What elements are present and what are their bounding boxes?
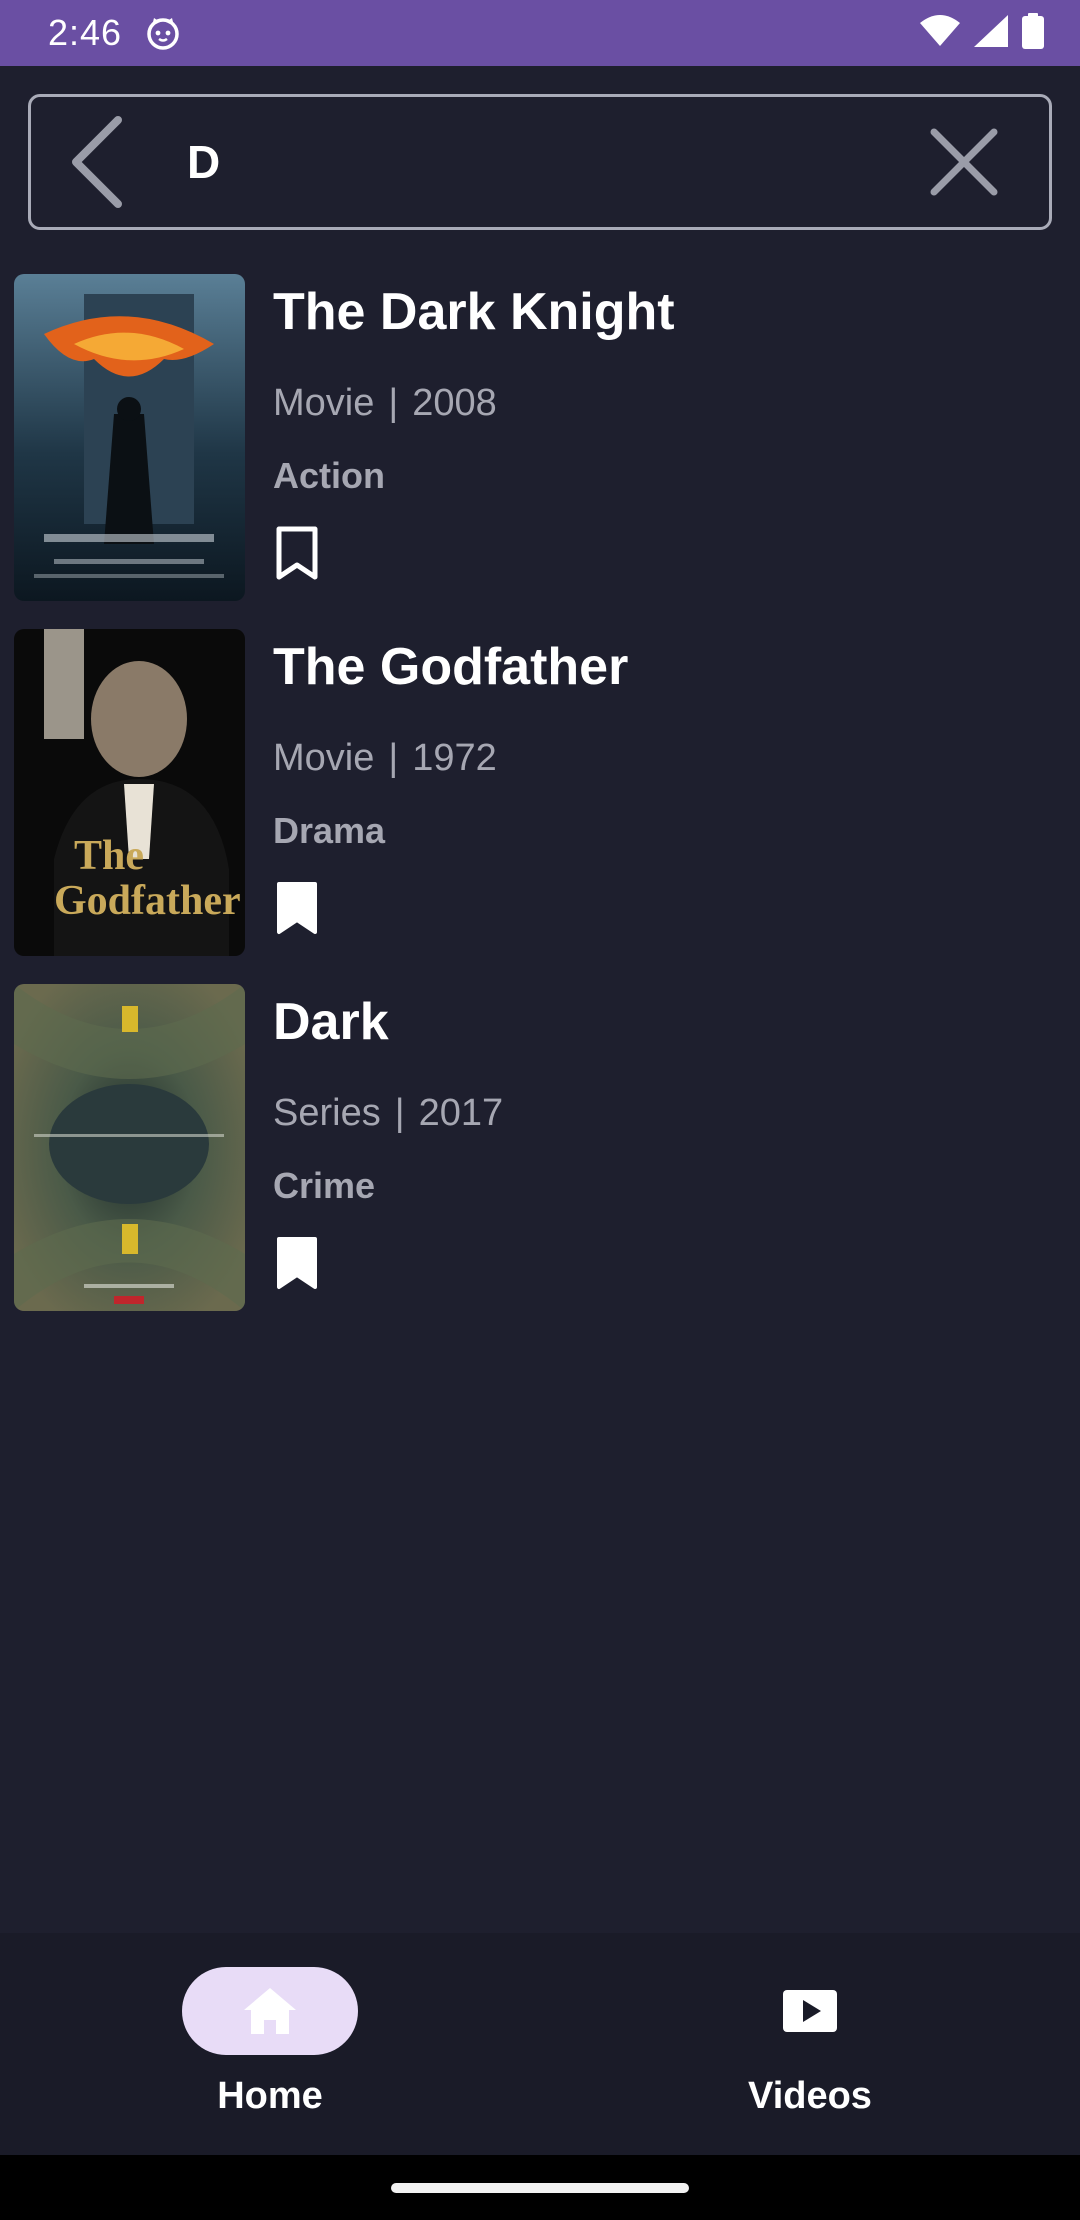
status-bar: 2:46 <box>0 0 1080 66</box>
app-screen: 2:46 D The Dark Knight Movie | 2008 Acti… <box>0 0 1080 2220</box>
close-icon <box>930 128 998 196</box>
status-time: 2:46 <box>48 12 123 53</box>
item-year: 2017 <box>418 1092 504 1134</box>
item-title: Dark <box>273 993 389 1051</box>
nav-item-home[interactable]: Home <box>0 1933 540 2155</box>
svg-text:Godfather: Godfather <box>54 878 241 924</box>
wifi-icon <box>920 14 960 52</box>
signal-icon <box>974 14 1008 52</box>
bookmark-button[interactable] <box>273 525 321 581</box>
item-genre: Drama <box>273 810 386 851</box>
battery-icon <box>1022 12 1044 54</box>
poster-image <box>14 274 245 601</box>
bookmark-outline-icon <box>276 526 318 580</box>
list-item[interactable]: The Dark Knight Movie | 2008 Action <box>0 272 1080 627</box>
meta-separator: | <box>394 1092 405 1134</box>
item-meta: Movie | 2008 <box>273 382 675 425</box>
gesture-handle[interactable] <box>391 2182 689 2193</box>
item-type: Movie <box>273 737 375 779</box>
chevron-left-icon <box>72 116 122 208</box>
meta-separator: | <box>388 382 399 424</box>
item-type: Series <box>273 1092 381 1134</box>
back-button[interactable] <box>41 97 151 227</box>
item-year: 1972 <box>412 737 497 779</box>
poster-image <box>14 984 245 1311</box>
item-info: The Dark Knight Movie | 2008 Action <box>273 272 675 581</box>
nav-icon-container <box>722 1967 898 2055</box>
bottom-navigation: Home Videos <box>0 1933 1080 2155</box>
play-icon <box>783 1990 837 2032</box>
item-type: Movie <box>273 382 375 424</box>
home-icon <box>244 1988 296 2034</box>
svg-text:The: The <box>74 833 144 879</box>
item-meta: Series | 2017 <box>273 1092 503 1135</box>
results-list: The Dark Knight Movie | 2008 Action The … <box>0 272 1080 1337</box>
item-title: The Godfather <box>273 638 629 696</box>
search-input[interactable] <box>151 97 899 227</box>
bookmark-button[interactable] <box>273 880 321 936</box>
list-item[interactable]: Dark Series | 2017 Crime <box>0 982 1080 1337</box>
nav-label-videos: Videos <box>748 2075 872 2117</box>
clear-search-button[interactable] <box>899 97 1029 227</box>
system-gesture-area <box>0 2155 1080 2220</box>
item-meta: Movie | 1972 <box>273 737 628 780</box>
nav-item-videos[interactable]: Videos <box>540 1933 1080 2155</box>
item-info: Dark Series | 2017 Crime <box>273 982 503 1291</box>
list-item[interactable]: The Godfather The Godfather Movie | 1972… <box>0 627 1080 982</box>
cat-notification-icon <box>146 15 182 51</box>
item-year: 2008 <box>412 382 497 424</box>
poster-image: The Godfather <box>14 629 245 956</box>
item-title: The Dark Knight <box>273 283 675 341</box>
nav-active-indicator <box>182 1967 358 2055</box>
item-info: The Godfather Movie | 1972 Drama <box>273 627 628 936</box>
nav-label-home: Home <box>217 2075 323 2117</box>
item-genre: Crime <box>273 1165 376 1206</box>
bookmark-button[interactable] <box>273 1235 321 1291</box>
item-genre: Action <box>273 455 385 496</box>
bookmark-filled-icon <box>277 1237 317 1289</box>
meta-separator: | <box>388 737 399 779</box>
bookmark-filled-icon <box>277 882 317 934</box>
search-bar <box>28 94 1052 230</box>
